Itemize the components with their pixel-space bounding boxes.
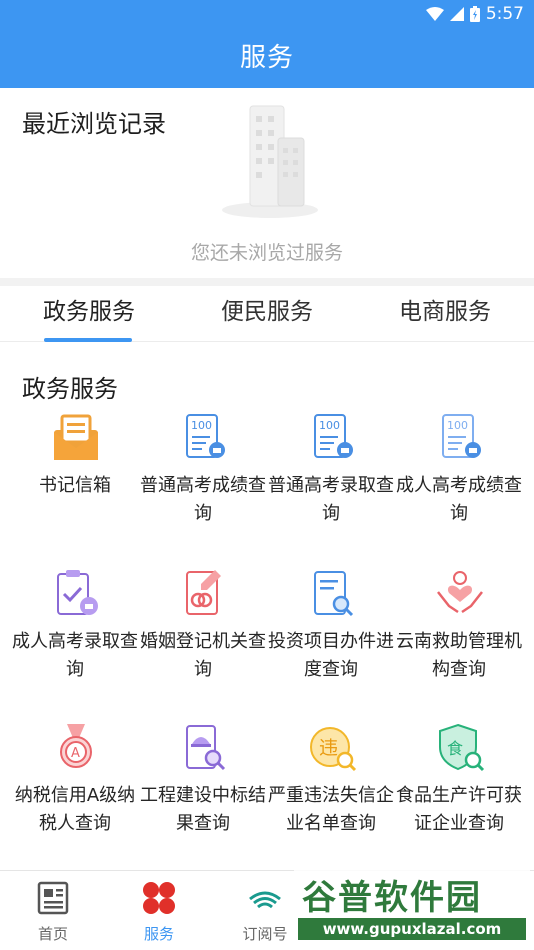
watermark-title: 谷普软件园 xyxy=(302,878,482,918)
status-time: 5:57 xyxy=(485,4,524,24)
status-icons: 5:57 xyxy=(425,4,524,24)
page-title: 服务 xyxy=(239,43,294,73)
nav-label: 服务 xyxy=(143,925,174,943)
service-item-gaokao-score[interactable]: 100 普通高考成绩查询 xyxy=(139,412,267,562)
service-label: 工程建设中标结果查询 xyxy=(140,785,266,834)
home-news-icon xyxy=(37,881,69,915)
medal-icon: A xyxy=(60,724,92,768)
wifi-icon xyxy=(425,7,444,21)
admission-report-icon: 100 xyxy=(314,414,353,458)
service-tabs: 政务服务 便民服务 电商服务 xyxy=(0,286,534,342)
svg-text:A: A xyxy=(71,746,80,761)
tab-convenience-services[interactable]: 便民服务 xyxy=(178,286,356,342)
service-label: 纳税信用A级纳税人查询 xyxy=(14,785,136,834)
section-title: 政务服务 xyxy=(22,375,118,403)
subscription-icon xyxy=(249,891,281,909)
tab-label: 便民服务 xyxy=(221,299,313,325)
services-grid-icon xyxy=(143,882,175,914)
empty-buildings-icon xyxy=(222,105,318,218)
empty-text: 您还未浏览过服务 xyxy=(190,242,343,264)
service-label: 成人高考录取查询 xyxy=(12,631,138,680)
service-item-adult-admission[interactable]: 成人高考录取查询 xyxy=(11,568,139,718)
service-item-relief-agencies[interactable]: 云南救助管理机构查询 xyxy=(395,568,523,718)
service-item-investment-progress[interactable]: 投资项目办件进度查询 xyxy=(267,568,395,718)
tab-label: 政务服务 xyxy=(43,299,135,325)
services-section: 政务服务 书记信箱 100 普通高考成绩查询 100 普通高考录取查询 100 … xyxy=(0,342,534,870)
service-label: 严重违法失信企业名单查询 xyxy=(268,785,394,834)
service-item-taxpayer-a[interactable]: A 纳税信用A级纳税人查询 xyxy=(11,722,139,872)
svg-text:100: 100 xyxy=(191,419,212,432)
service-label: 婚姻登记机关查询 xyxy=(140,631,266,680)
service-item-gaokao-admission[interactable]: 100 普通高考录取查询 xyxy=(267,412,395,562)
status-bar: 5:57 xyxy=(0,0,534,28)
service-label: 书记信箱 xyxy=(39,475,111,496)
svg-text:违: 违 xyxy=(319,737,338,759)
title-bar: 服务 xyxy=(0,28,534,88)
service-item-serious-violations[interactable]: 违 严重违法失信企业名单查询 xyxy=(267,722,395,872)
recent-title: 最近浏览记录 xyxy=(22,110,166,138)
signal-icon xyxy=(449,7,464,21)
mailbox-icon xyxy=(54,414,98,460)
battery-icon xyxy=(469,6,480,22)
service-item-marriage-registry[interactable]: 婚姻登记机关查询 xyxy=(139,568,267,718)
service-item-food-license[interactable]: 食 食品生产许可获证企业查询 xyxy=(395,722,523,872)
watermark-url: www.gupuxlazal.com xyxy=(298,918,526,940)
nav-label: 首页 xyxy=(37,925,68,943)
helping-hands-icon xyxy=(437,571,483,614)
service-item-construction-bids[interactable]: 工程建设中标结果查询 xyxy=(139,722,267,872)
marriage-icon xyxy=(186,570,221,615)
score-report-icon: 100 xyxy=(186,414,225,458)
svg-text:食: 食 xyxy=(447,739,463,758)
service-label: 云南救助管理机构查询 xyxy=(396,631,522,680)
recent-section: 最近浏览记录 您还未浏览过服务 xyxy=(0,88,534,278)
service-label: 投资项目办件进度查询 xyxy=(268,631,394,680)
nav-item-services[interactable]: 服务 xyxy=(106,871,212,950)
tab-government-services[interactable]: 政务服务 xyxy=(0,286,178,342)
svg-text:100: 100 xyxy=(319,419,340,432)
adult-score-icon: 100 xyxy=(442,414,481,458)
tab-ecommerce-services[interactable]: 电商服务 xyxy=(356,286,534,342)
watermark: 谷普软件园 www.gupuxlazal.com xyxy=(294,866,530,946)
service-item-mailbox[interactable]: 书记信箱 xyxy=(11,412,139,562)
svg-text:100: 100 xyxy=(447,419,468,432)
service-label: 普通高考成绩查询 xyxy=(140,475,266,524)
service-label: 成人高考成绩查询 xyxy=(396,475,522,524)
food-license-icon: 食 xyxy=(439,723,485,772)
nav-item-home[interactable]: 首页 xyxy=(0,871,106,950)
document-search-icon xyxy=(314,571,354,617)
construction-icon xyxy=(186,725,226,771)
service-item-adult-score[interactable]: 100 成人高考成绩查询 xyxy=(395,412,523,562)
tab-label: 电商服务 xyxy=(399,299,491,325)
clipboard-check-icon xyxy=(57,570,98,615)
violation-icon: 违 xyxy=(310,727,357,772)
service-label: 普通高考录取查询 xyxy=(268,475,394,524)
service-label: 食品生产许可获证企业查询 xyxy=(396,785,522,834)
